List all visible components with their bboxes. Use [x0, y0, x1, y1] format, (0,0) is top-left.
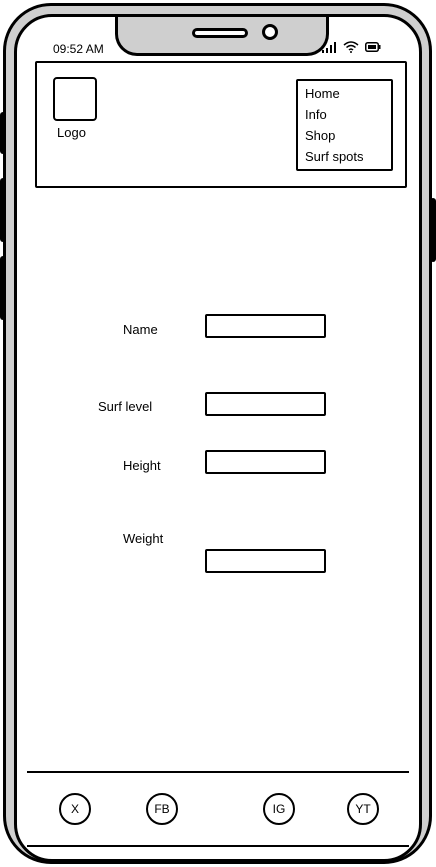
nav-item-shop[interactable]: Shop [305, 127, 391, 148]
logo-label: Logo [57, 125, 86, 140]
youtube-link-icon[interactable]: YT [347, 793, 379, 825]
battery-icon [365, 42, 381, 52]
name-input[interactable] [205, 314, 326, 338]
nav-menu: Home Info Shop Surf spots [296, 79, 393, 171]
site-footer: X FB IG YT [27, 771, 409, 847]
surf-level-input[interactable] [205, 392, 326, 416]
wifi-icon [343, 41, 359, 53]
nav-item-home[interactable]: Home [305, 85, 391, 106]
weight-label: Weight [123, 531, 164, 546]
signal-icon [322, 41, 336, 53]
instagram-link-icon[interactable]: IG [263, 793, 295, 825]
side-button-action [0, 112, 6, 154]
name-label: Name [123, 322, 158, 337]
nav-item-surf-spots[interactable]: Surf spots [305, 148, 391, 169]
camera-icon [262, 24, 278, 40]
x-link-icon[interactable]: X [59, 793, 91, 825]
status-icons [321, 41, 381, 53]
speaker-icon [192, 28, 248, 38]
height-input[interactable] [205, 450, 326, 474]
nav-item-info[interactable]: Info [305, 106, 391, 127]
site-header: Logo Home Info Shop Surf spots [35, 61, 407, 188]
side-button-volume-up [0, 178, 6, 242]
side-button-power [430, 198, 436, 262]
status-time: 09:52 AM [53, 42, 104, 56]
surf-level-label: Surf level [98, 399, 153, 414]
notch [115, 17, 329, 56]
weight-input[interactable] [205, 549, 326, 573]
facebook-link-icon[interactable]: FB [146, 793, 178, 825]
side-button-volume-down [0, 256, 6, 320]
logo-image[interactable] [53, 77, 97, 121]
phone-screen: 09:52 AM Logo Home Info Shop Surf spots [14, 14, 422, 862]
height-label: Height [123, 458, 161, 473]
